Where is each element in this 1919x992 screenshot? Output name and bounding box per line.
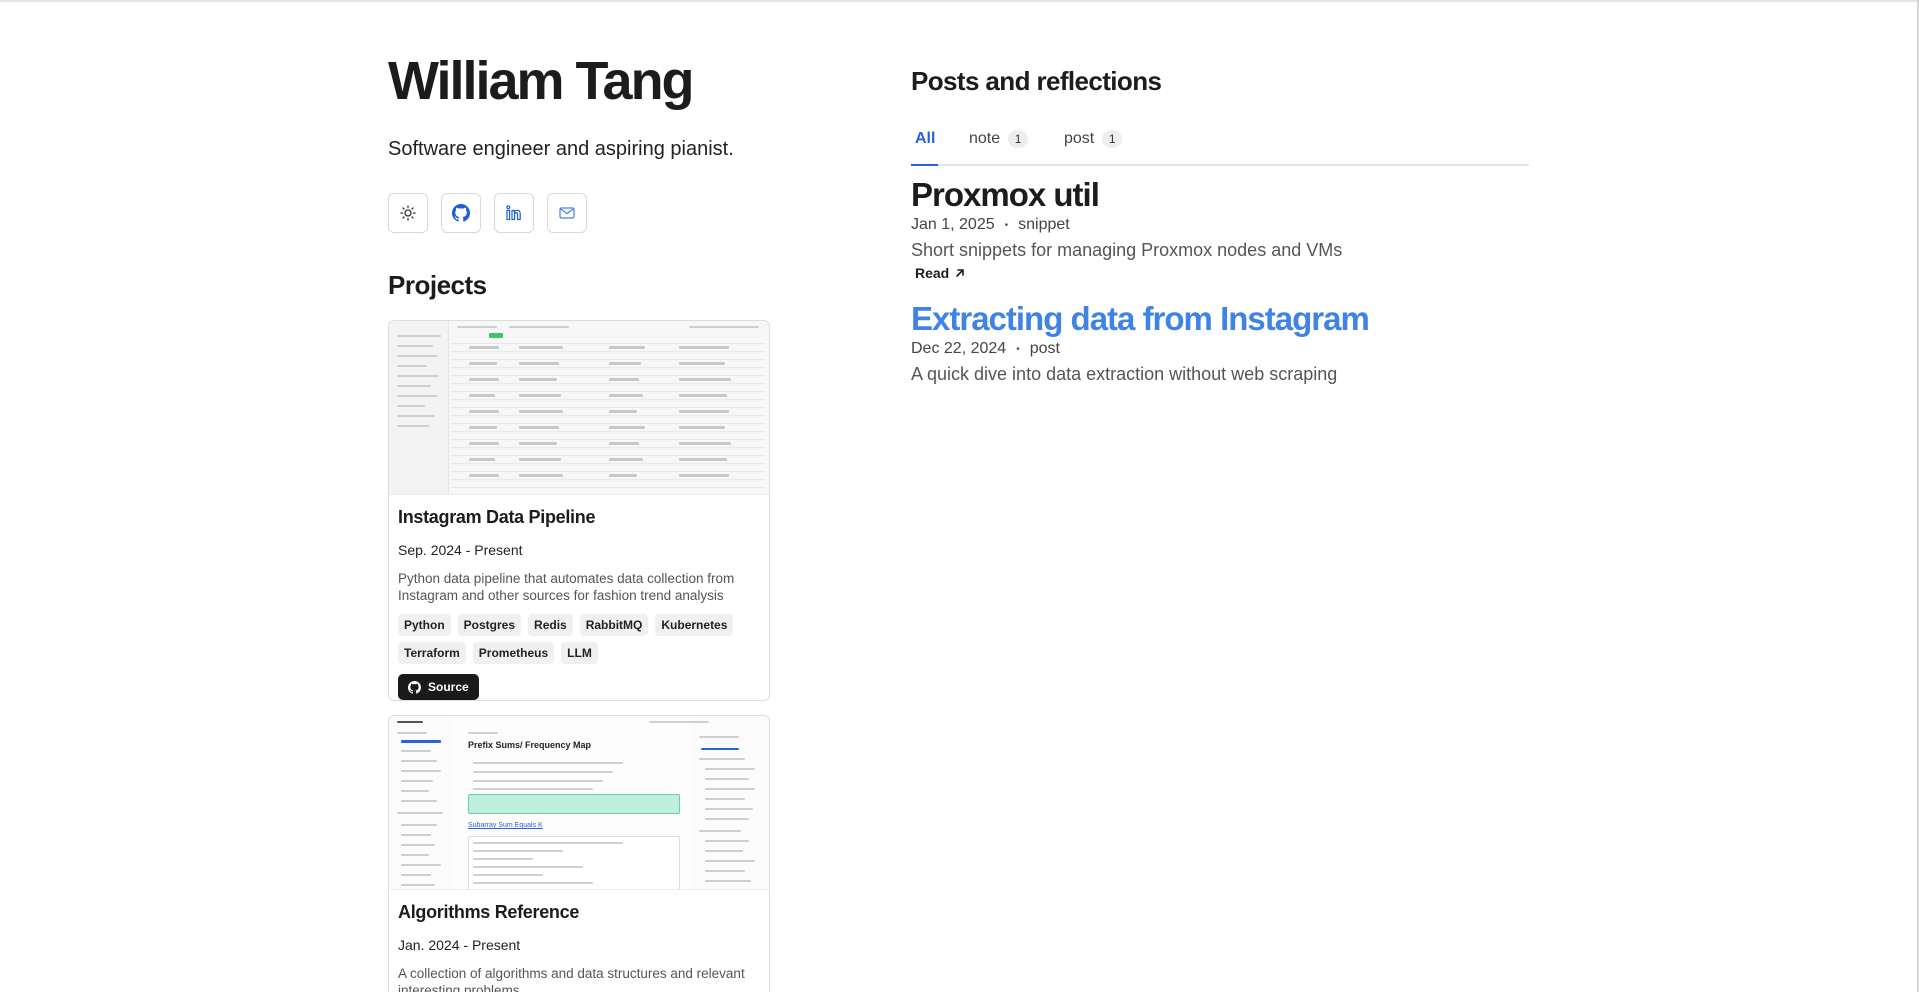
mail-icon <box>559 207 575 219</box>
tag-kubernetes: Kubernetes <box>655 614 734 636</box>
post-title[interactable]: Proxmox util <box>911 176 1529 214</box>
post-description: Short snippets for managing Proxmox node… <box>911 240 1343 260</box>
project-card[interactable]: Prefix Sums/ Frequency Map Subarray Sum … <box>388 715 770 992</box>
thumbnail-link: Subarray Sum Equals K <box>468 822 543 829</box>
tab-all[interactable]: All <box>915 126 935 152</box>
meta-separator: • <box>1016 343 1020 355</box>
theme-toggle-button[interactable] <box>388 193 428 233</box>
tab-post[interactable]: post 1 <box>1064 126 1123 152</box>
tab-note[interactable]: note 1 <box>969 126 1029 152</box>
project-date: Jan. 2024 - Present <box>398 937 521 953</box>
social-links <box>388 193 587 233</box>
post-date: Dec 22, 2024 <box>911 340 1007 357</box>
post-date: Jan 1, 2025 <box>911 216 995 233</box>
source-label: Source <box>428 680 469 694</box>
tab-label: post <box>1064 130 1095 147</box>
meta-separator: • <box>1004 219 1009 231</box>
project-tags: Python Postgres Redis RabbitMQ Kubernete… <box>398 614 768 664</box>
linkedin-link[interactable] <box>494 193 534 233</box>
email-link[interactable] <box>547 193 587 233</box>
tag-llm: LLM <box>561 642 598 664</box>
tab-label: note <box>969 130 1001 147</box>
tag-prometheus: Prometheus <box>472 642 555 664</box>
thumbnail-title: Prefix Sums/ Frequency Map <box>468 740 592 750</box>
count-badge: 1 <box>1102 130 1123 148</box>
post-kind: snippet <box>1018 216 1070 233</box>
active-tab-indicator <box>911 164 938 166</box>
profile-tagline: Software engineer and aspiring pianist. <box>388 138 734 160</box>
read-link[interactable]: Read <box>915 265 966 281</box>
post-description: A quick dive into data extraction withou… <box>911 364 1338 384</box>
read-label: Read <box>915 265 950 281</box>
tag-terraform: Terraform <box>398 642 466 664</box>
post-meta: Dec 22, 2024 • post <box>911 340 1529 358</box>
post-meta: Jan 1, 2025 • snippet <box>911 216 1529 234</box>
profile-name: William Tang <box>388 51 695 111</box>
project-title: Algorithms Reference <box>398 902 580 922</box>
github-icon <box>408 680 421 694</box>
post-title[interactable]: Extracting data from Instagram <box>911 300 1529 338</box>
projects-heading: Projects <box>388 270 487 300</box>
project-card[interactable]: Instagram Data Pipeline Sep. 2024 - Pres… <box>388 320 770 701</box>
top-border <box>0 0 1919 2</box>
post-filter-tabs: All note 1 post 1 <box>911 118 1529 166</box>
project-title: Instagram Data Pipeline <box>398 507 596 527</box>
count-badge: 1 <box>1008 130 1029 148</box>
tag-rabbitmq: RabbitMQ <box>579 614 649 636</box>
sun-icon <box>400 205 416 221</box>
arrow-up-right-icon <box>956 269 965 277</box>
source-button[interactable]: Source <box>398 674 479 700</box>
post-kind: post <box>1029 340 1060 357</box>
project-description: Python data pipeline that automates data… <box>398 571 735 603</box>
project-description: A collection of algorithms and data stru… <box>398 966 745 992</box>
project-date: Sep. 2024 - Present <box>398 542 523 558</box>
post-item: Extracting data from Instagram Dec 22, 2… <box>911 300 1529 385</box>
tag-postgres: Postgres <box>457 614 522 636</box>
tag-python: Python <box>398 614 451 636</box>
tab-label: All <box>915 130 936 147</box>
github-link[interactable] <box>441 193 481 233</box>
project-thumbnail: Prefix Sums/ Frequency Map Subarray Sum … <box>389 716 769 890</box>
post-item: Proxmox util Jan 1, 2025 • snippet Short… <box>911 176 1529 283</box>
project-thumbnail <box>389 321 769 495</box>
tag-redis: Redis <box>528 614 573 636</box>
posts-heading: Posts and reflections <box>911 66 1162 96</box>
linkedin-icon <box>506 205 521 221</box>
github-icon <box>452 204 470 222</box>
